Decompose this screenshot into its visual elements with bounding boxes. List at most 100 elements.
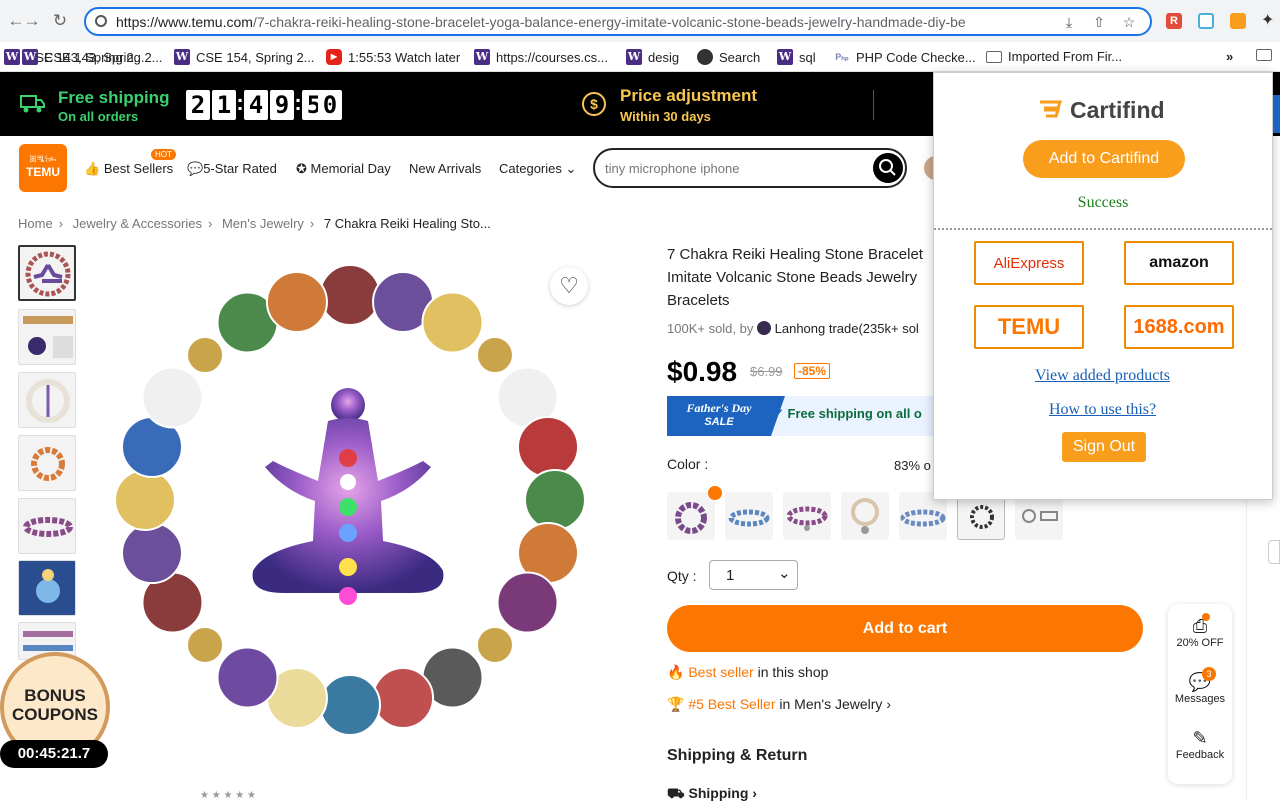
store-temu[interactable]: TEMU xyxy=(974,305,1084,349)
add-to-cartifind-button[interactable]: Add to Cartifind xyxy=(1023,140,1185,178)
forward-icon[interactable]: → xyxy=(22,11,42,31)
site-info-icon[interactable] xyxy=(95,15,107,27)
coupon-icon: ⎙ xyxy=(1192,616,1208,636)
share-icon[interactable]: ⇧ xyxy=(1090,14,1108,32)
price-adjustment-title: Price adjustment xyxy=(620,86,757,105)
temu-logo[interactable]: ꕤꗀꖷꖳ TEMU xyxy=(19,144,67,192)
coupon-widget[interactable]: ⎙ 20% OFF xyxy=(1168,616,1232,649)
php-icon: Pₕₚ xyxy=(834,49,850,65)
price-adjustment-subtitle: Within 30 days xyxy=(620,109,711,124)
folder-icon xyxy=(1256,49,1272,61)
bookmark-star-icon[interactable]: ☆ xyxy=(1120,14,1138,32)
store-1688[interactable]: 1688.com xyxy=(1124,305,1234,349)
bookmark-item[interactable]: Whttps://courses.cs... xyxy=(474,49,608,65)
how-to-use-link[interactable]: How to use this? xyxy=(1049,401,1156,419)
color-option[interactable] xyxy=(841,492,889,540)
bead xyxy=(141,366,204,429)
breadcrumb-mens-jewelry[interactable]: Men's Jewelry xyxy=(222,216,304,231)
hot-badge: HOT xyxy=(151,149,176,160)
breadcrumb-current: 7 Chakra Reiki Healing Sto... xyxy=(323,216,491,231)
shipping-return-heading: Shipping & Return xyxy=(667,747,808,764)
thumbnail[interactable] xyxy=(18,560,76,616)
nav-best-sellers[interactable]: 👍 Best Sellers xyxy=(84,161,173,177)
search-input[interactable]: tiny microphone iphone xyxy=(605,161,739,176)
thumbnail[interactable] xyxy=(18,435,76,491)
nav-new-arrivals[interactable]: New Arrivals xyxy=(409,161,481,176)
chevron-right-icon: › xyxy=(752,785,757,801)
nav-five-star[interactable]: 💬5-Star Rated xyxy=(187,161,277,177)
bookmark-item[interactable]: Wdesig xyxy=(626,49,679,65)
sign-out-button[interactable]: Sign Out xyxy=(1062,432,1146,462)
bead xyxy=(114,469,176,531)
chevron-right-icon: › xyxy=(207,216,213,231)
bookmark-item[interactable]: W CSE 143, Spring 2... xyxy=(22,49,163,65)
nav-categories[interactable]: Categories ⌄ xyxy=(499,161,576,177)
bookmark-item[interactable]: Search xyxy=(697,49,760,65)
extension-r-icon[interactable]: R xyxy=(1166,13,1182,29)
view-added-products-link[interactable]: View added products xyxy=(1035,367,1170,385)
bookmarks-more-button[interactable]: » xyxy=(1226,49,1233,64)
cartifind-popup: Cartifind Add to Cartifind Success AliEx… xyxy=(933,72,1273,500)
edit-icon: ✎ xyxy=(1192,728,1208,748)
star-icon: ✪ xyxy=(296,161,307,176)
page-edge-control xyxy=(1268,540,1280,564)
color-option[interactable] xyxy=(783,492,831,540)
bookmark-folder[interactable]: Imported From Fir... xyxy=(986,49,1122,64)
search-button[interactable] xyxy=(873,153,903,183)
seller-link[interactable]: Lanhong trade(235k+ sol xyxy=(775,321,919,336)
w-icon: W xyxy=(474,49,490,65)
thumbnail[interactable] xyxy=(18,309,76,365)
address-bar[interactable]: https://www.temu.com/7-chakra-reiki-heal… xyxy=(84,7,1152,36)
price: $0.98 xyxy=(667,356,738,387)
qty-select[interactable]: 1 ⌄ xyxy=(709,560,798,590)
thumbnail[interactable] xyxy=(18,245,76,301)
extensions-puzzle-icon[interactable]: ✦ xyxy=(1261,13,1277,29)
add-to-cart-button[interactable]: Add to cart xyxy=(667,605,1143,652)
chevron-down-icon: ⌄ xyxy=(565,161,577,176)
extension-cartifind-icon[interactable] xyxy=(1230,13,1246,29)
percent-note: 83% o xyxy=(894,458,931,473)
shipping-link[interactable]: ⛟ Shipping › xyxy=(667,785,757,804)
globe-icon xyxy=(697,49,713,65)
best-seller-category[interactable]: 🏆 #5 Best Seller in Men's Jewelry › xyxy=(667,696,891,713)
popup-divider xyxy=(934,228,1272,230)
heart-icon[interactable]: ♡ xyxy=(550,267,588,305)
banner-divider xyxy=(873,90,874,120)
store-aliexpress[interactable]: AliExpress xyxy=(974,241,1084,285)
bookmark-item[interactable]: ▶ 1:55:53 Watch later xyxy=(326,49,460,65)
bead xyxy=(186,625,225,664)
bookmark-item[interactable]: Wsql xyxy=(777,49,816,65)
bead xyxy=(319,674,381,736)
w-icon: W xyxy=(777,49,793,65)
thumbnail[interactable] xyxy=(18,372,76,428)
bead xyxy=(265,270,328,333)
bookmarks-bar: W CSE 143, Spring 2... W CSE 143, Spring 2… xyxy=(0,42,1280,72)
qty-value: 1 xyxy=(726,567,735,584)
extension-react-icon[interactable] xyxy=(1198,13,1214,29)
timer-digit: 0 xyxy=(318,90,342,120)
price-adjust-icon: $ xyxy=(582,92,606,116)
bookmark-item[interactable]: Pₕₚ PHP Code Checke... xyxy=(834,49,976,65)
chevron-right-icon: › xyxy=(58,216,64,231)
color-option[interactable] xyxy=(725,492,773,540)
breadcrumb-jewelry[interactable]: Jewelry & Accessories xyxy=(73,216,202,231)
thumbnail[interactable] xyxy=(18,498,76,554)
messages-widget[interactable]: 💬 Messages xyxy=(1168,672,1232,705)
store-amazon[interactable]: amazon xyxy=(1124,241,1234,285)
product-main-image[interactable]: ♡ xyxy=(90,245,610,765)
bookmark-folder[interactable] xyxy=(1256,49,1272,61)
search-box[interactable]: tiny microphone iphone xyxy=(593,148,907,188)
install-icon[interactable]: ⤓ xyxy=(1060,14,1078,32)
star-chat-icon: 💬 xyxy=(187,161,204,176)
timer-digit: 4 xyxy=(244,90,268,120)
feedback-widget[interactable]: ✎ Feedback xyxy=(1168,728,1232,761)
address-url[interactable]: https://www.temu.com/7-chakra-reiki-heal… xyxy=(116,14,1056,30)
nav-memorial-day[interactable]: ✪ Memorial Day xyxy=(296,161,391,177)
reload-icon[interactable]: ↻ xyxy=(50,11,70,31)
flame-icon: 🔥 xyxy=(667,664,685,680)
breadcrumb-home[interactable]: Home xyxy=(18,216,53,231)
color-option[interactable] xyxy=(667,492,715,540)
bookmark-item[interactable]: W CSE 154, Spring 2... xyxy=(174,49,315,65)
thumbs-up-icon: 👍 xyxy=(84,161,101,176)
page-edge-blue xyxy=(1273,95,1280,133)
